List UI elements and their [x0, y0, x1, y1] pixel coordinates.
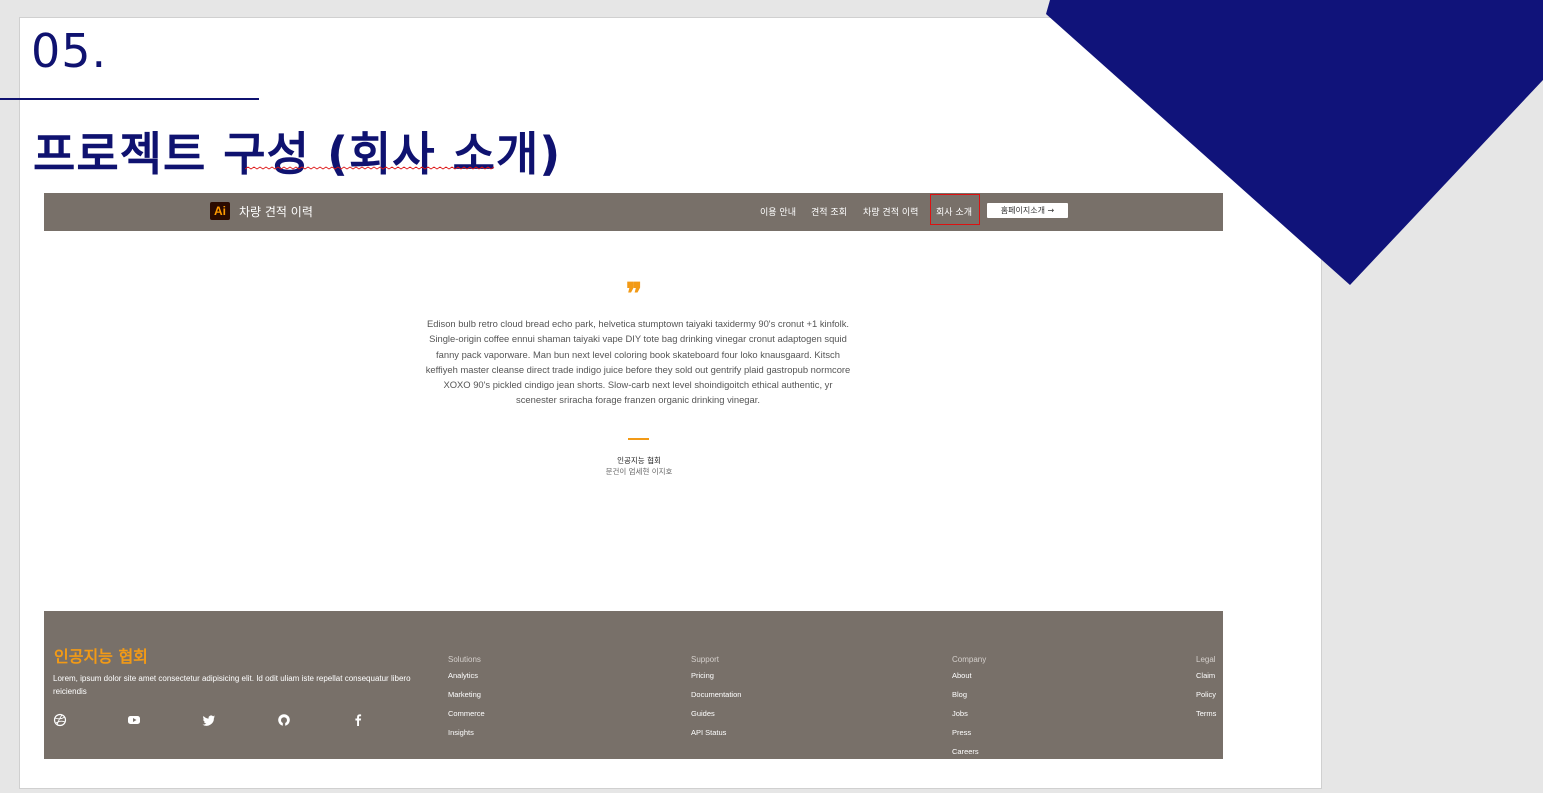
brand-logo[interactable]: Ai — [210, 202, 230, 220]
footer-link[interactable]: Analytics — [448, 671, 478, 680]
testimonial-author: 인공지능 협회 — [617, 456, 661, 465]
footer-column-title: Support — [691, 655, 720, 664]
spellcheck-underline — [245, 166, 495, 170]
footer-link[interactable]: Insights — [448, 728, 474, 737]
footer-link[interactable]: Commerce — [448, 709, 485, 718]
youtube-icon[interactable] — [127, 713, 141, 727]
footer-link[interactable]: About — [952, 671, 972, 680]
quote-icon: ❞ — [626, 277, 643, 312]
github-icon[interactable] — [277, 713, 291, 727]
testimonial-divider — [628, 438, 649, 440]
brand-name[interactable]: 차량 견적 이력 — [239, 203, 313, 220]
footer-link[interactable]: Careers — [952, 747, 979, 756]
footer-description: Lorem, ipsum dolor site amet consectetur… — [53, 674, 411, 696]
twitter-icon[interactable] — [202, 713, 216, 727]
website-screenshot: Ai 차량 견적 이력 이용 안내 견적 조회 차량 견적 이력 회사 소개 홈… — [44, 193, 1223, 759]
footer-link[interactable]: Blog — [952, 690, 967, 699]
homepage-intro-button[interactable]: 홈페이지소개 → — [987, 203, 1068, 218]
footer-link[interactable]: Jobs — [952, 709, 968, 718]
footer-link[interactable]: Claim — [1196, 671, 1215, 680]
site-navbar: Ai 차량 견적 이력 이용 안내 견적 조회 차량 견적 이력 회사 소개 홈… — [44, 193, 1223, 231]
footer-link[interactable]: Terms — [1196, 709, 1216, 718]
footer-column-title: Solutions — [448, 655, 481, 664]
footer-link[interactable]: Marketing — [448, 690, 481, 699]
footer-column-title: Legal — [1196, 655, 1216, 664]
slide-number: 05. — [31, 24, 108, 78]
nav-item-quote-history[interactable]: 차량 견적 이력 — [863, 205, 918, 218]
footer-link[interactable]: Documentation — [691, 690, 741, 699]
footer-link[interactable]: API Status — [691, 728, 726, 737]
footer-link[interactable]: Press — [952, 728, 971, 737]
slide-title-rule — [0, 98, 259, 100]
footer-column-title: Company — [952, 655, 987, 664]
site-footer: 인공지능 협회 Lorem, ipsum dolor site amet con… — [44, 611, 1223, 759]
testimonial-text: Edison bulb retro cloud bread echo park,… — [425, 318, 851, 406]
testimonial-members: 문건이 엄세현 이지호 — [605, 467, 673, 476]
dribbble-icon[interactable] — [53, 713, 67, 727]
slide-title: 프로젝트 구성 (회사 소개) — [33, 127, 562, 181]
footer-link[interactable]: Guides — [691, 709, 715, 718]
facebook-icon[interactable] — [351, 713, 365, 727]
active-nav-highlight — [930, 194, 980, 225]
footer-link[interactable]: Policy — [1196, 690, 1216, 699]
nav-item-guide[interactable]: 이용 안내 — [760, 205, 796, 218]
nav-item-quote-lookup[interactable]: 견적 조회 — [811, 205, 847, 218]
footer-brand[interactable]: 인공지능 협회 — [54, 643, 148, 667]
footer-link[interactable]: Pricing — [691, 671, 714, 680]
